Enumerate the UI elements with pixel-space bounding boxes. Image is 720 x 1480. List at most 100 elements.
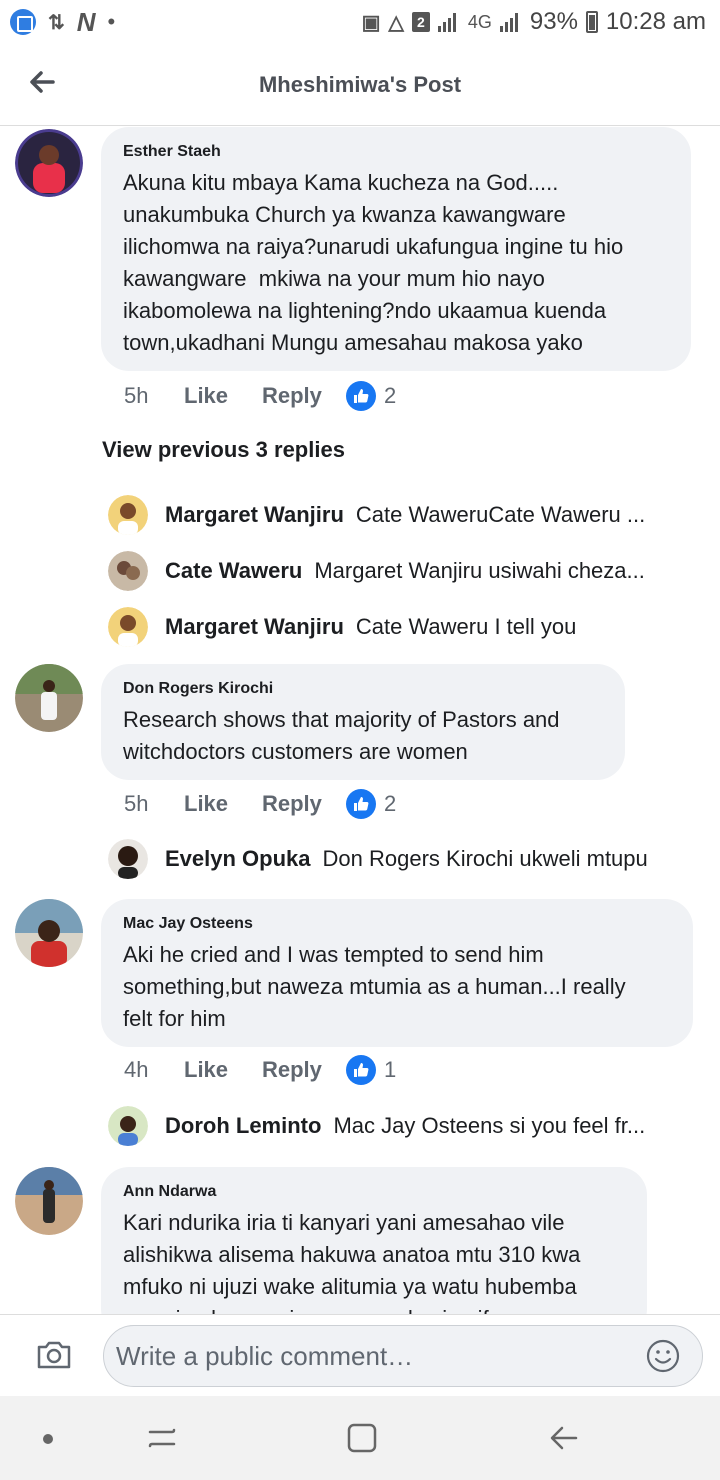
recent-apps-button[interactable] [146,1422,178,1459]
reply-text: Cate Waweru I tell you [355,614,577,639]
like-button[interactable]: Like [184,1057,262,1083]
reaction-number: 1 [384,1057,397,1082]
camera-icon [37,1341,71,1369]
status-right-icons: ▣ △ 2 4G 93% 10:28 am [362,8,706,36]
back-nav-button[interactable] [548,1422,580,1459]
thumbs-up-icon [346,1055,376,1085]
reply-content: Doroh Leminto Mac Jay Osteens si you feel… [165,1113,645,1139]
back-arrow-icon [30,71,55,93]
network-type-label: 4G [467,11,492,32]
back-button[interactable] [28,68,56,96]
comment-time: 4h [124,1057,149,1082]
reply-author[interactable]: Cate Waweru [165,558,302,583]
thumbs-up-icon [346,381,376,411]
battery-icon [585,11,598,33]
comment-time: 5h [124,383,149,408]
reply-author[interactable]: Doroh Leminto [165,1113,321,1138]
comment-composer [0,1314,720,1396]
nav-dot-button[interactable] [42,1432,54,1450]
view-previous-replies-link[interactable]: View previous 3 replies [102,437,345,463]
reaction-number: 2 [384,791,397,816]
sim-badge: 2 [411,12,430,32]
comment-text: Aki he cried and I was tempted to send h… [123,942,626,1031]
reply-item[interactable]: Margaret Wanjiru Cate WaweruCate Waweru .… [108,493,688,537]
page-title: Mheshimiwa's Post [258,71,462,97]
comment-author[interactable]: Ann Ndarwa [123,1183,625,1201]
signal-icon [437,12,460,32]
reply-text: Cate WaweruCate Waweru ... [355,502,646,527]
avatar[interactable] [15,664,83,732]
reply-content: Margaret Wanjiru Cate Waweru I tell you [165,614,576,640]
comment-text: Akuna kitu mbaya Kama kucheza na God....… [123,170,624,355]
camera-button[interactable] [36,1339,72,1371]
comment-text: Research shows that majority of Pastors … [123,707,560,764]
comment-actions: 5h Like Reply 2 [124,381,396,411]
status-bar: ⇅ N • ▣ △ 2 4G 93% 10:28 am [0,0,720,44]
avatar-image [15,1167,83,1235]
reaction-count[interactable]: 2 [346,381,396,411]
comment-time: 5h [124,791,149,816]
reply-author[interactable]: Evelyn Opuka [165,846,311,871]
avatar[interactable] [108,1106,148,1146]
system-navigation-bar [0,1396,720,1480]
home-button[interactable] [346,1422,378,1459]
clock: 10:28 am [605,8,706,35]
comment-bubble[interactable]: Ann Ndarwa Kari ndurika iria ti kanyari … [101,1167,647,1314]
comment-actions: 5h Like Reply 2 [124,789,396,819]
reaction-number: 2 [384,383,397,408]
emoji-button[interactable] [646,1339,680,1373]
comment-input[interactable] [103,1325,703,1387]
avatar[interactable] [108,607,148,647]
comment-text: Kari ndurika iria ti kanyari yani amesah… [123,1210,581,1314]
reply-button[interactable]: Reply [262,383,346,409]
home-square-icon [347,1423,377,1453]
reaction-count[interactable]: 1 [346,1055,396,1085]
avatar[interactable] [108,495,148,535]
comment-actions: 4h Like Reply 1 [124,1055,396,1085]
reply-item[interactable]: Margaret Wanjiru Cate Waweru I tell you [108,605,688,649]
avatar[interactable] [15,899,83,967]
post-header: Mheshimiwa's Post [0,44,720,126]
avatar[interactable] [15,129,83,197]
back-nav-icon [550,1426,578,1450]
recycle-icon: △ [388,11,404,34]
comment-author[interactable]: Don Rogers Kirochi [123,680,603,698]
comment-bubble[interactable]: Don Rogers Kirochi Research shows that m… [101,664,625,780]
reply-item[interactable]: Doroh Leminto Mac Jay Osteens si you feel… [108,1104,688,1148]
signal-icon-2 [499,12,522,32]
reply-item[interactable]: Evelyn Opuka Don Rogers Kirochi ukweli mt… [108,837,688,881]
battery-saver-icon: ▣ [361,11,381,34]
comment-author[interactable]: Mac Jay Osteens [123,915,671,933]
reply-button[interactable]: Reply [262,1057,346,1083]
reply-content: Cate Waweru Margaret Wanjiru usiwahi chez… [165,558,645,584]
avatar[interactable] [108,551,148,591]
reply-content: Margaret Wanjiru Cate WaweruCate Waweru .… [165,502,645,528]
avatar[interactable] [15,1167,83,1235]
n-notification-icon: N [76,6,96,37]
comment-author[interactable]: Esther Staeh [123,143,669,161]
like-button[interactable]: Like [184,383,262,409]
comment-bubble[interactable]: Mac Jay Osteens Aki he cried and I was t… [101,899,693,1047]
reply-text: Mac Jay Osteens si you feel fr... [333,1113,646,1138]
screenshot-app-icon [10,9,36,35]
dot-icon [43,1434,53,1444]
reply-content: Evelyn Opuka Don Rogers Kirochi ukweli mt… [165,846,648,872]
battery-percent: 93% [529,8,578,35]
avatar-image [15,129,83,197]
reply-item[interactable]: Cate Waweru Margaret Wanjiru usiwahi chez… [108,549,688,593]
reply-author[interactable]: Margaret Wanjiru [165,614,344,639]
reply-author[interactable]: Margaret Wanjiru [165,502,344,527]
recents-icon [148,1428,176,1448]
thumbs-up-icon [346,789,376,819]
comments-feed[interactable]: Esther Staeh Akuna kitu mbaya Kama kuche… [0,127,720,1314]
reply-button[interactable]: Reply [262,791,346,817]
status-left-icons: ⇅ N • [10,7,115,38]
avatar-image [15,664,83,732]
comment-bubble[interactable]: Esther Staeh Akuna kitu mbaya Kama kuche… [101,127,691,371]
reaction-count[interactable]: 2 [346,789,396,819]
like-button[interactable]: Like [184,791,262,817]
sync-icon: ⇅ [48,11,65,34]
more-notifications-dot-icon: • [107,9,116,34]
avatar[interactable] [108,839,148,879]
avatar-image [15,899,83,967]
